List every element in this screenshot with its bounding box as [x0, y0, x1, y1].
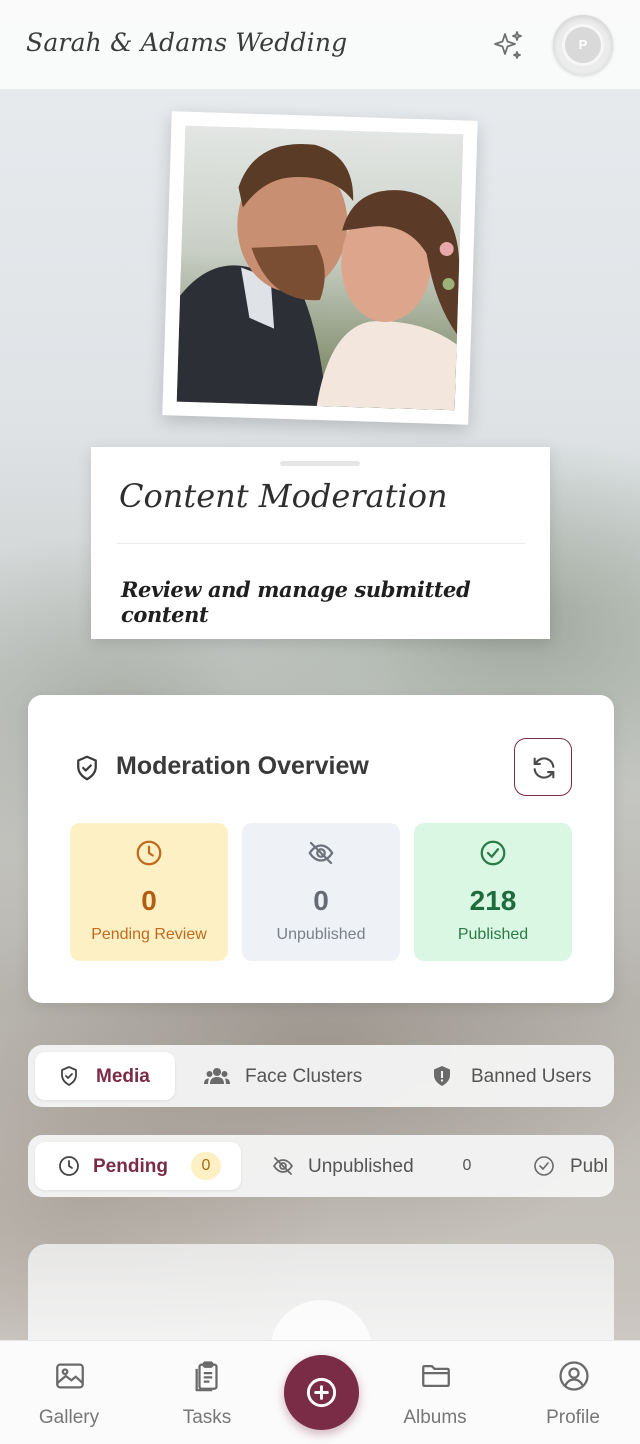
sparkles-icon[interactable]	[490, 28, 526, 64]
nav-gallery[interactable]: Gallery	[14, 1341, 124, 1444]
bottom-navigation: Gallery Tasks Albums Profile	[0, 1340, 640, 1444]
moderation-overview-card: Moderation Overview 0 Pending Review 0 U…	[28, 695, 614, 1003]
filter-label: Unpublished	[308, 1156, 414, 1177]
tab-face-clusters[interactable]: Face Clusters	[188, 1052, 408, 1100]
page-subtitle: Review and manage submitted content	[121, 577, 471, 627]
clipboard-icon	[195, 1361, 218, 1392]
stat-pending-review[interactable]: 0 Pending Review	[70, 823, 228, 961]
filter-label: Pending	[93, 1156, 168, 1177]
refresh-icon	[533, 757, 555, 779]
filter-unpublished[interactable]: Unpublished 0	[258, 1142, 488, 1190]
stat-published[interactable]: 218 Published	[414, 823, 572, 961]
status-filter-tabs: Pending 0 Unpublished 0 Publ	[28, 1135, 614, 1197]
nav-label: Gallery	[38, 1407, 100, 1428]
stat-value: 218	[469, 885, 517, 916]
add-content-button[interactable]	[284, 1355, 359, 1430]
page-heading-card: Content Moderation Review and manage sub…	[91, 447, 550, 639]
user-circle-icon	[559, 1361, 589, 1391]
filter-count-badge: 0	[462, 1157, 472, 1174]
app-header: Sarah & Adams Wedding P	[0, 0, 640, 90]
nav-label: Profile	[546, 1407, 600, 1428]
avatar[interactable]: P	[553, 15, 613, 75]
avatar-initial: P	[562, 24, 604, 66]
couple-photo	[176, 125, 464, 411]
shield-check-icon	[61, 1066, 77, 1086]
clock-icon	[59, 1156, 79, 1176]
clock-icon	[136, 840, 162, 866]
nav-label: Albums	[403, 1407, 467, 1428]
page-title: Content Moderation	[119, 477, 448, 515]
nav-tasks[interactable]: Tasks	[152, 1341, 262, 1444]
filter-count-badge: 0	[191, 1152, 221, 1180]
tab-label: Media	[96, 1066, 150, 1087]
moderation-tabs: Media Face Clusters Banned Users	[28, 1045, 614, 1107]
eye-off-icon	[308, 841, 334, 865]
nav-profile[interactable]: Profile	[518, 1341, 628, 1444]
folder-icon	[422, 1364, 450, 1388]
shield-check-icon	[72, 753, 102, 783]
stat-unpublished[interactable]: 0 Unpublished	[242, 823, 400, 961]
couple-photo-frame	[162, 111, 478, 425]
stat-label: Pending Review	[91, 926, 207, 943]
event-title: Sarah & Adams Wedding	[26, 28, 348, 57]
filter-published[interactable]: Publ	[520, 1142, 614, 1190]
stat-label: Unpublished	[276, 926, 366, 943]
users-icon	[204, 1068, 230, 1084]
check-circle-icon	[480, 840, 506, 866]
eye-off-icon	[273, 1157, 293, 1175]
image-icon	[56, 1363, 84, 1389]
stat-value: 0	[141, 885, 157, 916]
stat-value: 0	[313, 885, 329, 916]
card-handle	[280, 461, 360, 466]
stat-label: Published	[457, 926, 529, 943]
filter-label: Publ	[570, 1156, 609, 1177]
tab-banned-users[interactable]: Banned Users	[420, 1052, 614, 1100]
overview-title: Moderation Overview	[116, 752, 369, 780]
check-circle-icon	[534, 1156, 554, 1176]
nav-label: Tasks	[182, 1407, 232, 1428]
tab-label: Face Clusters	[245, 1066, 363, 1087]
tab-label: Banned Users	[471, 1066, 592, 1087]
plus-icon	[306, 1377, 337, 1408]
refresh-button[interactable]	[514, 738, 572, 796]
divider	[117, 543, 525, 544]
shield-alert-icon	[434, 1066, 450, 1086]
tab-media[interactable]: Media	[35, 1052, 175, 1100]
nav-albums[interactable]: Albums	[380, 1341, 490, 1444]
filter-pending[interactable]: Pending 0	[35, 1142, 241, 1190]
